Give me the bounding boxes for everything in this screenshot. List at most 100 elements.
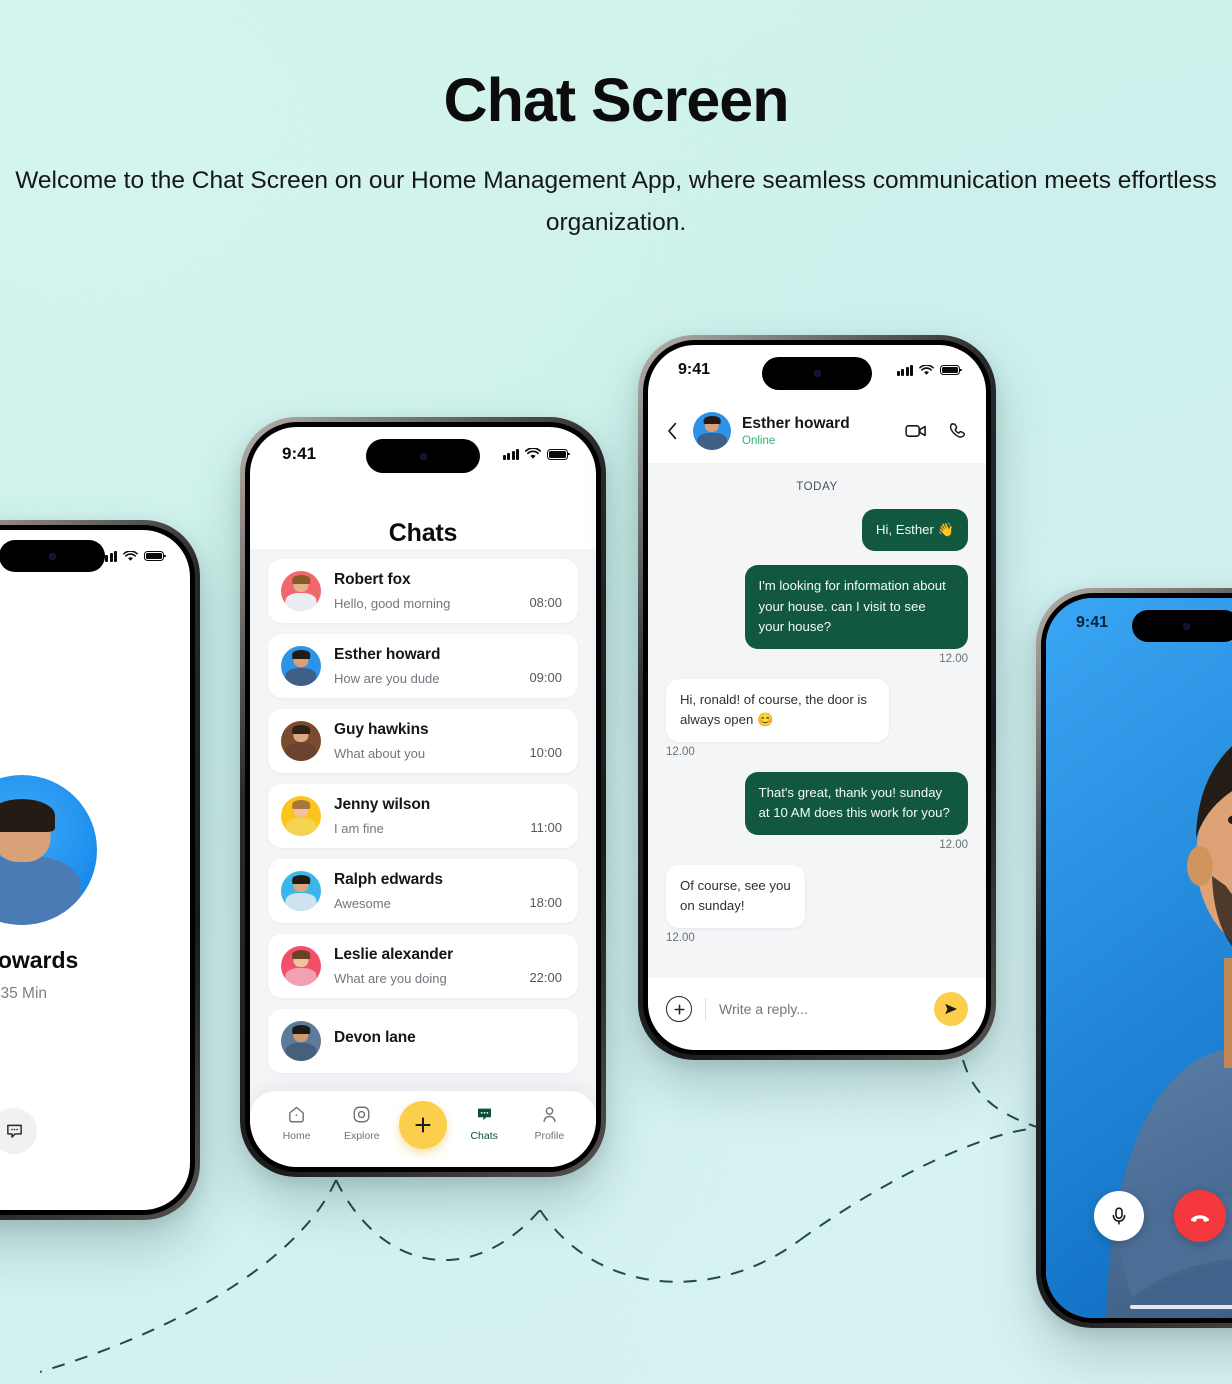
video-call-screen: 9:41	[1046, 598, 1232, 1318]
cellular-bars-icon	[896, 364, 913, 376]
list-item[interactable]: Robert fox Hello, good morning 08:00	[268, 559, 578, 623]
tab-home[interactable]: Home	[269, 1104, 325, 1142]
chats-screen: 9:41 Chats Robert fox Hello, good mornin…	[250, 427, 596, 1167]
chat-bubble-icon	[6, 1124, 22, 1138]
end-call-button[interactable]	[1174, 1190, 1226, 1242]
list-item-text: Devon lane	[334, 1029, 549, 1054]
list-item-text: Robert fox Hello, good morning	[334, 571, 516, 611]
status-badge: Online	[742, 435, 776, 447]
tab-chats[interactable]: Chats	[456, 1104, 512, 1142]
tab-label: Chats	[470, 1130, 498, 1142]
avatar-body	[285, 817, 317, 836]
home-icon	[289, 1106, 304, 1123]
avatar	[281, 571, 321, 611]
phone-icon[interactable]	[947, 421, 968, 442]
compass-icon	[353, 1106, 370, 1123]
list-item[interactable]: Devon lane	[268, 1009, 578, 1073]
wifi-icon	[919, 364, 934, 375]
tab-label: Explore	[343, 1130, 380, 1142]
list-item-text: Guy hawkins What about you	[334, 721, 516, 761]
contact-name: Jenny wilson	[334, 796, 431, 813]
chat-icon	[477, 1108, 491, 1121]
list-item[interactable]: Leslie alexander What are you doing 22:0…	[268, 934, 578, 998]
day-separator: TODAY	[796, 481, 838, 493]
avatar-body	[285, 742, 317, 761]
cellular-bars-icon	[502, 448, 519, 460]
page-subtitle: Welcome to the Chat Screen on our Home M…	[15, 167, 1217, 237]
avatar	[281, 871, 321, 911]
message-time: 08:00	[529, 595, 562, 610]
phone-video-call-screen: 9:41	[1036, 588, 1232, 1328]
message-time: 09:00	[529, 670, 562, 685]
camera-lens-icon	[1182, 622, 1190, 630]
list-item[interactable]: Esther howard How are you dude 09:00	[268, 634, 578, 698]
camera-lens-icon	[48, 552, 56, 560]
battery-icon	[547, 448, 570, 460]
list-item-text: Jenny wilson I am fine	[334, 796, 517, 836]
poster-stage: Chat Screen Welcome to the Chat Screen o…	[0, 0, 1232, 1384]
avatar	[281, 721, 321, 761]
wifi-icon	[525, 448, 541, 459]
list-item-text: Ralph edwards Awesome	[334, 871, 516, 911]
tab-explore[interactable]: Explore	[334, 1104, 390, 1142]
divider	[705, 998, 706, 1020]
tab-label: Home	[282, 1130, 311, 1142]
contact-name: Esther howard	[334, 646, 441, 663]
message-timestamp: 12.00	[939, 652, 968, 665]
message-list[interactable]: TODAY Hi, Esther 👋 I'm looking for infor…	[648, 463, 986, 978]
avatar	[281, 946, 321, 986]
camera-lens-icon	[813, 370, 821, 377]
list-item-text: Leslie alexander What are you doing	[334, 946, 516, 986]
avatar	[281, 646, 321, 686]
avatar-body	[285, 967, 317, 986]
message-row: Hi, ronald! of course, the door is alway…	[666, 678, 968, 742]
message-row: Of course, see you on sunday!	[666, 864, 968, 928]
phone-bezel: 9:41	[1041, 593, 1232, 1323]
status-time: 9:41	[678, 361, 711, 378]
back-button[interactable]	[662, 422, 682, 440]
battery-icon	[144, 551, 166, 561]
avatar-hair	[292, 650, 310, 659]
list-item-text: Esther howard How are you dude	[334, 646, 516, 686]
avatar-hair	[292, 1025, 310, 1034]
message-timestamp: 12.00	[666, 745, 695, 758]
contact-avatar[interactable]	[693, 412, 731, 450]
list-item[interactable]: Ralph edwards Awesome 18:00	[268, 859, 578, 923]
chats-header-title: Chats	[388, 519, 458, 547]
send-button[interactable]	[934, 992, 968, 1026]
dynamic-island	[762, 357, 872, 390]
reply-input[interactable]	[719, 1001, 921, 1017]
avatar-hair	[292, 875, 310, 884]
list-item[interactable]: Jenny wilson I am fine 11:00	[268, 784, 578, 848]
add-button[interactable]	[398, 1101, 447, 1149]
message-bubble-outgoing: Hi, Esther 👋	[862, 509, 968, 552]
bottom-tab-bar: Home Explore Chats Profile	[250, 1091, 596, 1167]
message-row: Hi, Esther 👋	[666, 509, 968, 552]
chats-list[interactable]: Robert fox Hello, good morning 08:00 Est	[250, 549, 596, 1167]
phone-conversation-screen: 9:41 Esther howard Online TODAY Hi, Esth…	[638, 335, 996, 1060]
message-bubble-incoming: Of course, see you on sunday!	[666, 864, 805, 928]
message-timestamp: 12.00	[666, 931, 695, 944]
page-title: Chat Screen	[443, 66, 790, 134]
avatar-body	[285, 592, 317, 611]
tab-profile[interactable]: Profile	[521, 1104, 577, 1142]
contact-name: Guy hawkins	[334, 721, 429, 738]
microphone-icon	[1112, 1207, 1126, 1225]
phone-chats-screen: 9:41 Chats Robert fox Hello, good mornin…	[240, 417, 606, 1177]
contact-name: Ralph edwards	[334, 871, 443, 888]
last-message: Hello, good morning	[334, 596, 451, 611]
avatar-body	[285, 667, 317, 686]
avatar-hair	[292, 800, 310, 809]
conversation-header: Esther howard Online	[648, 399, 986, 463]
status-indicators	[100, 550, 166, 562]
attach-button[interactable]	[666, 996, 692, 1022]
list-item[interactable]: Guy hawkins What about you 10:00	[268, 709, 578, 773]
plus-icon	[415, 1117, 431, 1133]
call-duration: 13:35 Min	[0, 985, 48, 1002]
message-composer	[648, 978, 986, 1050]
video-call-actions	[1094, 1190, 1226, 1242]
video-camera-icon[interactable]	[905, 422, 928, 440]
dynamic-island	[366, 439, 480, 473]
message-button[interactable]	[0, 1107, 37, 1154]
mute-button[interactable]	[1094, 1191, 1144, 1241]
